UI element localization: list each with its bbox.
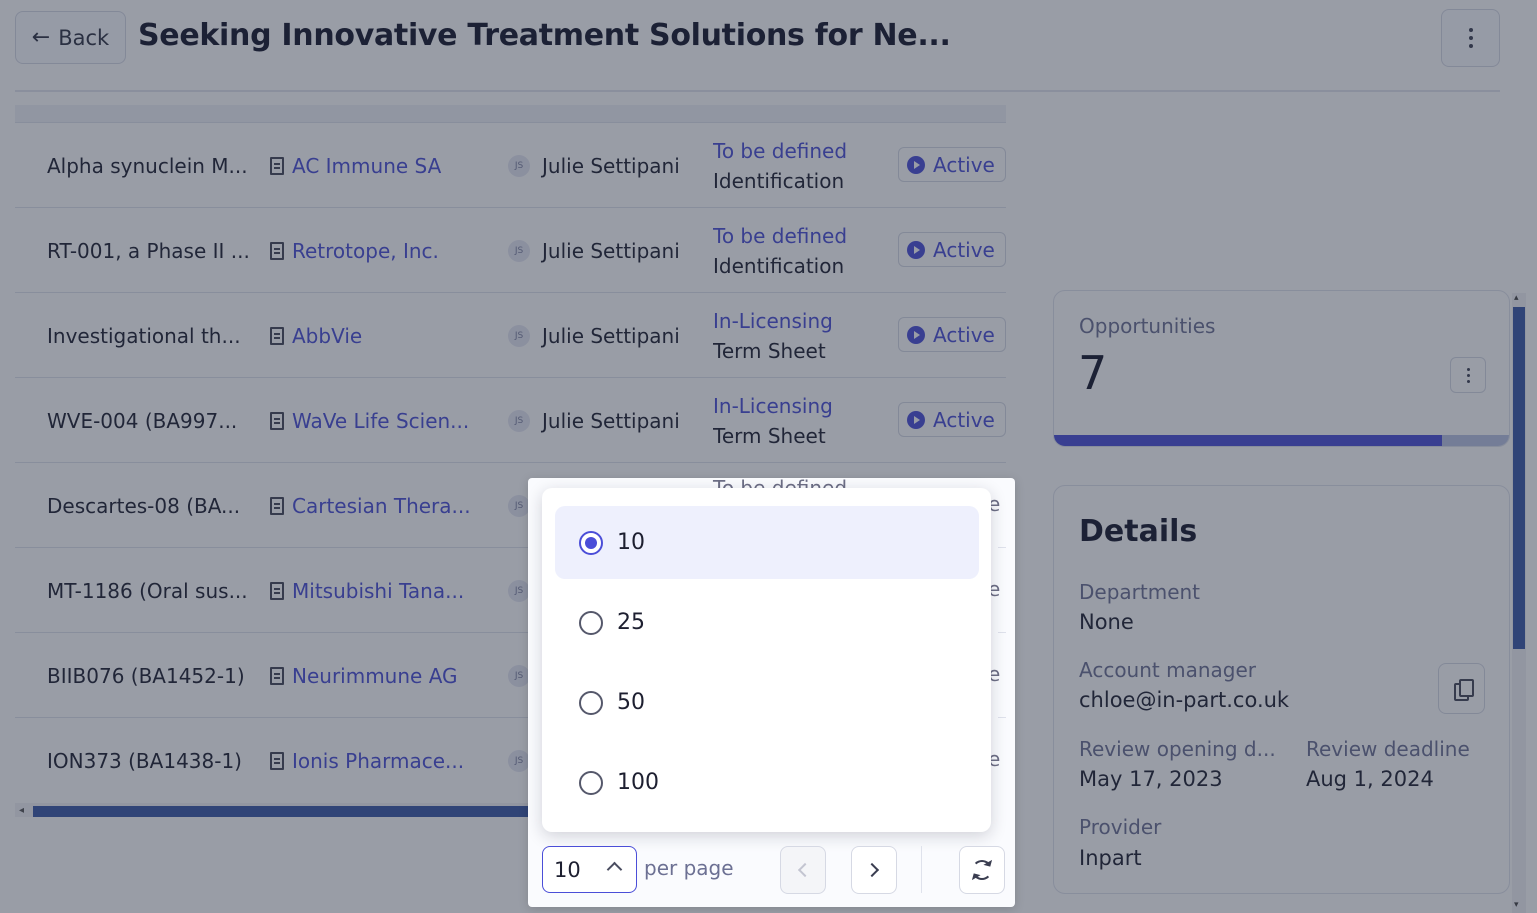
option-label: 50 xyxy=(617,690,645,715)
refresh-button[interactable] xyxy=(959,846,1005,894)
refresh-icon xyxy=(972,860,992,880)
option-label: 25 xyxy=(617,610,645,635)
radio-icon xyxy=(579,690,603,715)
per-page-value: 10 xyxy=(554,857,581,882)
previous-page-button[interactable] xyxy=(780,846,826,894)
radio-selected-icon xyxy=(579,530,603,555)
radio-icon xyxy=(579,770,603,795)
per-page-option-100[interactable]: 100 xyxy=(555,746,979,819)
per-page-option-25[interactable]: 25 xyxy=(555,586,979,659)
chevron-right-icon xyxy=(864,862,880,878)
per-page-select[interactable]: 10 xyxy=(542,846,637,893)
row-divider xyxy=(998,632,1006,633)
chevron-left-icon xyxy=(797,862,813,878)
next-page-button[interactable] xyxy=(851,846,897,894)
option-label: 10 xyxy=(617,530,645,555)
option-label: 100 xyxy=(617,770,659,795)
row-divider xyxy=(998,717,1006,718)
pagination-divider xyxy=(921,846,922,893)
chevron-up-icon xyxy=(606,861,623,878)
per-page-option-10[interactable]: 10 xyxy=(555,506,979,579)
pagination-panel: To be defined e e e e 10 25 50 xyxy=(528,478,1015,907)
per-page-option-50[interactable]: 50 xyxy=(555,666,979,739)
app-root: ← Back Seeking Innovative Treatment Solu… xyxy=(0,0,1537,913)
per-page-menu: 10 25 50 100 xyxy=(542,488,991,832)
per-page-label: per page xyxy=(644,856,734,880)
radio-icon xyxy=(579,610,603,635)
row-divider xyxy=(998,547,1006,548)
